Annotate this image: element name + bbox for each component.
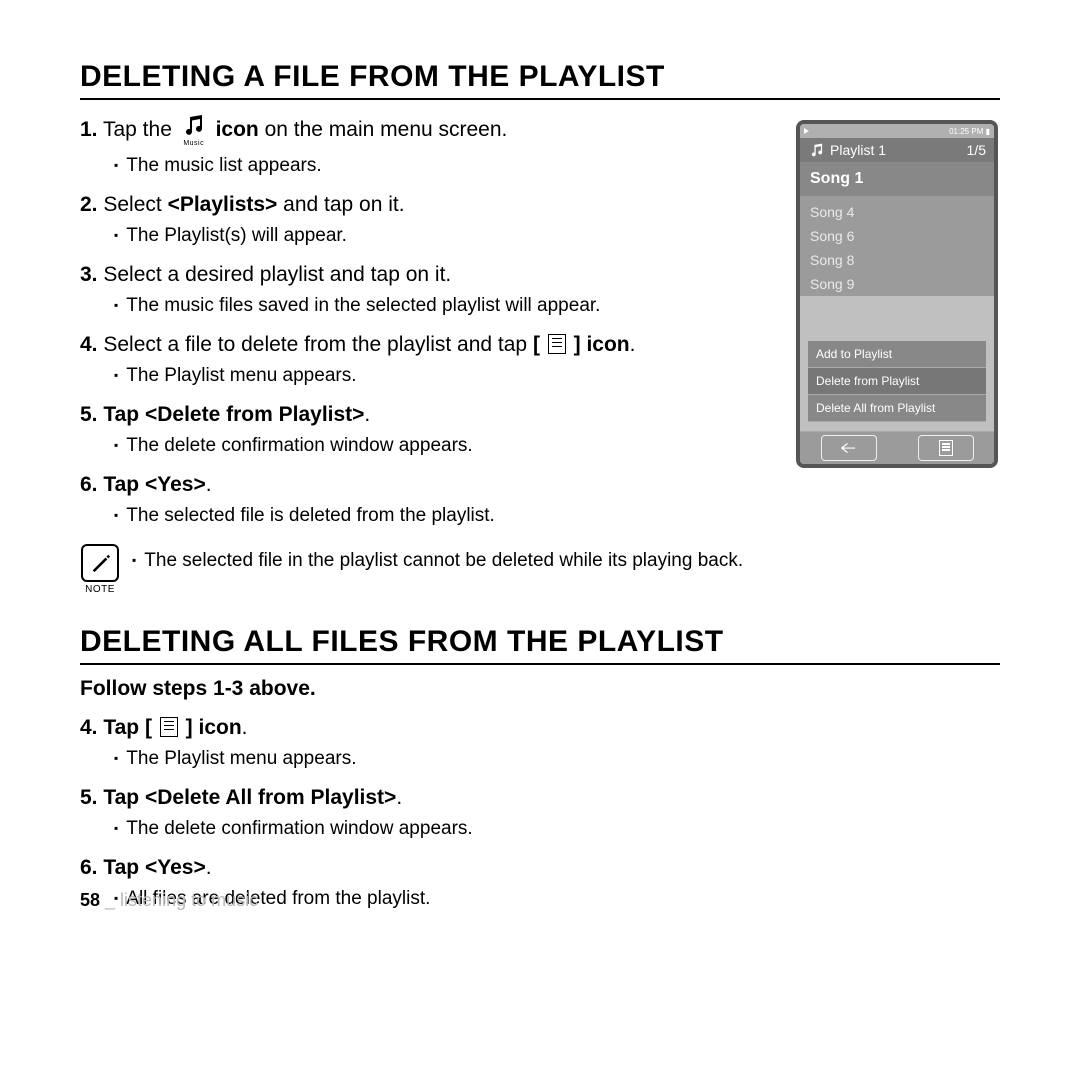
s2-step-4-pre: Tap (103, 716, 145, 739)
step-4-pre: Select a file to delete from the playlis… (103, 333, 533, 356)
s2-step-5-pre: Tap (103, 786, 145, 809)
device-context-menu: Add to Playlist Delete from Playlist Del… (808, 341, 986, 422)
step-5-bold: <Delete from Playlist> (145, 403, 364, 426)
menu-delete-from-playlist: Delete from Playlist (808, 368, 986, 395)
music-icon-label: Music (180, 139, 208, 149)
s2-step-4-sub: The Playlist menu appears. (114, 746, 1000, 773)
s2-step-6-pre: Tap (103, 856, 145, 879)
device-time: 01:25 PM (949, 127, 983, 136)
step-6-num: 6. (80, 473, 98, 496)
s2-step-4-bold: [ (145, 716, 152, 739)
menu-add-to-playlist: Add to Playlist (808, 341, 986, 368)
s2-step-6-bold: <Yes> (145, 856, 206, 879)
menu-button (918, 435, 974, 461)
step-6: 6. Tap <Yes>. (80, 470, 1000, 499)
step-2-bold: <Playlists> (168, 193, 278, 216)
battery-icon: ▮ (986, 127, 990, 136)
step-1-num: 1. (80, 118, 98, 141)
step-6-bold: <Yes> (145, 473, 206, 496)
device-mockup: 01:25 PM ▮ Playlist 1 1/5 Song 1 Song 4 … (796, 120, 998, 468)
s2-step-4: 4. Tap [ ] icon. (80, 713, 1000, 742)
menu-icon (548, 334, 566, 354)
menu-icon (160, 717, 178, 737)
step-1-tail: on the main menu screen. (259, 118, 508, 141)
s2-step-5: 5. Tap <Delete All from Playlist>. (80, 783, 1000, 812)
step-3-num: 3. (80, 263, 98, 286)
section-title-delete-file: DELETING A FILE FROM THE PLAYLIST (80, 60, 1000, 100)
s2-step-6-tail: . (206, 856, 212, 879)
device-song-list: Song 4 Song 6 Song 8 Song 9 (800, 196, 994, 296)
music-icon: Music (180, 112, 208, 149)
s2-step-6-num: 6. (80, 856, 98, 879)
s2-step-4-bold2: ] icon (186, 716, 242, 739)
page-footer: 58 _ listening to music (80, 890, 258, 911)
s2-step-5-num: 5. (80, 786, 98, 809)
step-1-pre: Tap the (103, 118, 178, 141)
note-label: NOTE (80, 584, 120, 595)
page-number: 58 (80, 890, 100, 910)
note-row: NOTE The selected file in the playlist c… (80, 544, 1000, 595)
step-2-tail: and tap on it. (277, 193, 404, 216)
device-count: 1/5 (967, 142, 986, 158)
device-selected-song: Song 1 (800, 162, 994, 196)
step-4-bold: [ (533, 333, 540, 356)
section-title-delete-all: DELETING ALL FILES FROM THE PLAYLIST (80, 625, 1000, 665)
follow-steps: Follow steps 1-3 above. (80, 677, 1000, 701)
list-item: Song 9 (800, 272, 994, 296)
list-item: Song 6 (800, 224, 994, 248)
step-6-sub: The selected file is deleted from the pl… (114, 503, 1000, 530)
s2-step-6: 6. Tap <Yes>. (80, 853, 1000, 882)
step-6-tail: . (206, 473, 212, 496)
step-5-pre: Tap (103, 403, 145, 426)
step-5-num: 5. (80, 403, 98, 426)
step-6-pre: Tap (103, 473, 145, 496)
device-statusbar: 01:25 PM ▮ (800, 124, 994, 138)
list-item: Song 4 (800, 200, 994, 224)
s2-step-5-tail: . (396, 786, 402, 809)
note-text: The selected file in the playlist cannot… (132, 550, 743, 572)
s2-step-4-num: 4. (80, 716, 98, 739)
note-icon (81, 544, 119, 582)
s2-step-5-bold: <Delete All from Playlist> (145, 786, 396, 809)
step-2-num: 2. (80, 193, 98, 216)
menu-delete-all-from-playlist: Delete All from Playlist (808, 395, 986, 422)
footer-sep: _ (100, 890, 120, 910)
step-4-tail: . (630, 333, 636, 356)
list-item: Song 8 (800, 248, 994, 272)
step-5-tail: . (364, 403, 370, 426)
step-3-text: Select a desired playlist and tap on it. (103, 263, 451, 286)
step-4-num: 4. (80, 333, 98, 356)
device-title: Playlist 1 1/5 (800, 138, 994, 162)
music-icon (808, 142, 826, 158)
device-playlist-name: Playlist 1 (830, 142, 886, 158)
step-4-bold2: ] icon (574, 333, 630, 356)
chapter-name: listening to music (120, 890, 258, 910)
step-2-pre: Select (103, 193, 167, 216)
s2-step-5-sub: The delete confirmation window appears. (114, 816, 1000, 843)
back-button (821, 435, 877, 461)
step-1-post: icon (216, 118, 259, 141)
s2-step-4-tail: . (242, 716, 248, 739)
